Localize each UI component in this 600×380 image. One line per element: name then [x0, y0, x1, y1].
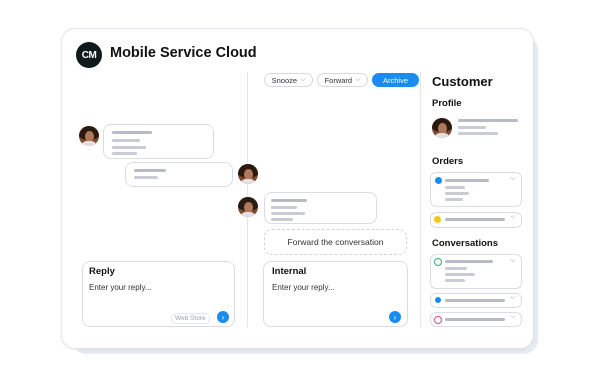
profile-avatar-icon — [432, 118, 452, 138]
agent-avatar-icon — [238, 164, 258, 184]
order-item[interactable]: ⌵ — [430, 212, 522, 228]
chevron-down-icon[interactable]: ⌵ — [510, 257, 515, 265]
order-item[interactable]: ⌵ — [430, 172, 522, 207]
orders-label: Orders — [432, 156, 464, 167]
agent-avatar-icon — [238, 197, 258, 217]
reply-title: Reply — [89, 266, 115, 277]
forward-button[interactable]: Forward ⌵ — [317, 73, 368, 87]
conversation-item[interactable]: ⌵ — [430, 312, 522, 327]
channel-tag[interactable]: Web Store — [171, 313, 210, 324]
conversation-item[interactable]: ⌵ — [430, 293, 522, 308]
conversations-label: Conversations — [432, 238, 498, 249]
archive-button[interactable]: Archive — [372, 73, 419, 87]
reply-input[interactable]: Enter your reply... — [89, 283, 152, 292]
chevron-down-icon[interactable]: ⌵ — [510, 213, 515, 221]
snooze-label: Snooze — [271, 75, 298, 85]
status-dot-icon — [435, 177, 442, 184]
chevron-down-icon[interactable]: ⌵ — [510, 175, 515, 183]
conversation-item[interactable]: ⌵ — [430, 254, 522, 289]
whatsapp-icon — [434, 258, 442, 266]
instagram-icon — [434, 316, 442, 324]
snooze-button[interactable]: Snooze ⌵ — [264, 73, 313, 87]
profile-label: Profile — [432, 98, 462, 109]
sidebar-divider — [420, 72, 421, 327]
internal-input[interactable]: Enter your reply... — [272, 283, 335, 292]
status-dot-icon — [434, 216, 441, 223]
internal-title: Internal — [272, 266, 307, 277]
chevron-down-icon: ⌵ — [300, 76, 306, 83]
status-dot-icon — [435, 297, 441, 303]
customer-avatar-icon — [79, 126, 99, 146]
send-icon[interactable]: › — [217, 311, 229, 323]
app-title: Mobile Service Cloud — [110, 45, 257, 61]
forward-label: Forward — [324, 75, 353, 85]
send-icon[interactable]: › — [389, 311, 401, 323]
chevron-down-icon[interactable]: ⌵ — [510, 294, 515, 302]
cm-logo-icon: CM — [76, 42, 102, 68]
forward-conversation-button[interactable]: Forward the conversation — [264, 229, 407, 255]
chevron-down-icon[interactable]: ⌵ — [510, 313, 515, 321]
archive-label: Archive — [382, 75, 408, 85]
message-bubble — [264, 192, 377, 224]
internal-panel: Internal Enter your reply... › — [263, 261, 408, 327]
message-bubble — [103, 124, 214, 159]
chevron-down-icon: ⌵ — [355, 76, 361, 83]
customer-heading: Customer — [432, 74, 493, 89]
reply-panel: Reply Enter your reply... Web Store › — [82, 261, 235, 327]
message-bubble — [125, 162, 233, 187]
